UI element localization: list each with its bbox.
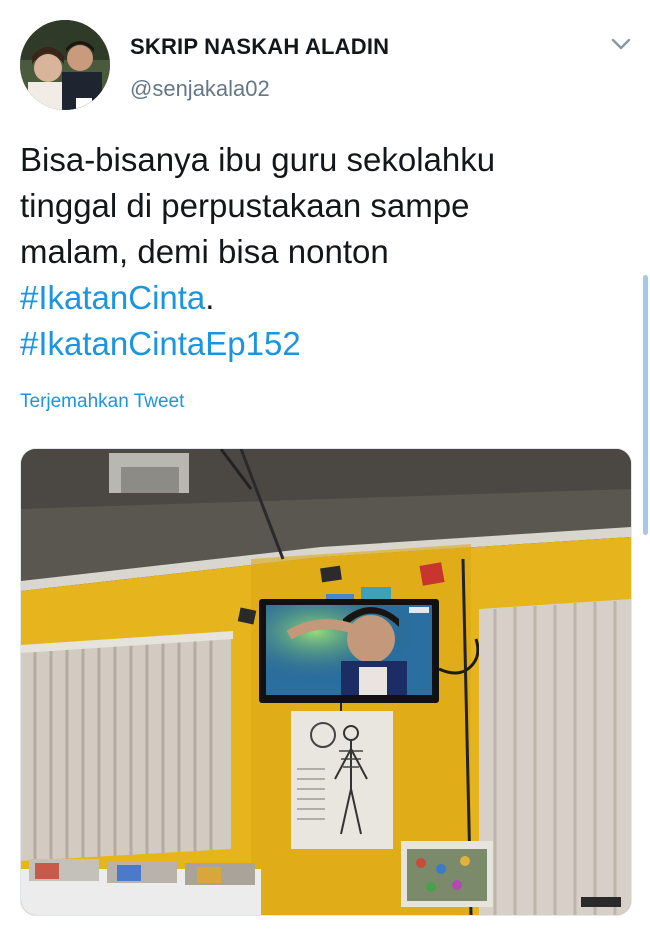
- tweet-text-line: tinggal di perpustakaan sampe: [20, 187, 470, 224]
- tweet-text-line: malam, demi bisa nonton: [20, 233, 389, 270]
- chevron-down-icon[interactable]: [609, 34, 633, 54]
- hashtag-line: #IkatanCintaEp152: [20, 321, 620, 367]
- user-handle[interactable]: @senjakala02: [130, 76, 270, 102]
- translate-tweet-link[interactable]: Terjemahkan Tweet: [20, 391, 184, 413]
- hashtag-link[interactable]: #IkatanCinta: [20, 279, 205, 316]
- hashtag-suffix: .: [205, 279, 215, 316]
- tweet-text-line: Bisa-bisanya ibu guru sekolahku: [20, 141, 496, 178]
- avatar[interactable]: [20, 20, 110, 110]
- display-name[interactable]: SKRIP NASKAH ALADIN: [130, 34, 389, 60]
- tweet-text: Bisa-bisanya ibu guru sekolahku tinggal …: [20, 137, 620, 367]
- scrollbar[interactable]: [643, 275, 648, 535]
- hashtag-link[interactable]: #IkatanCintaEp152: [20, 325, 301, 362]
- hashtag-line: #IkatanCinta.: [20, 275, 620, 321]
- tweet-photo[interactable]: [20, 448, 632, 916]
